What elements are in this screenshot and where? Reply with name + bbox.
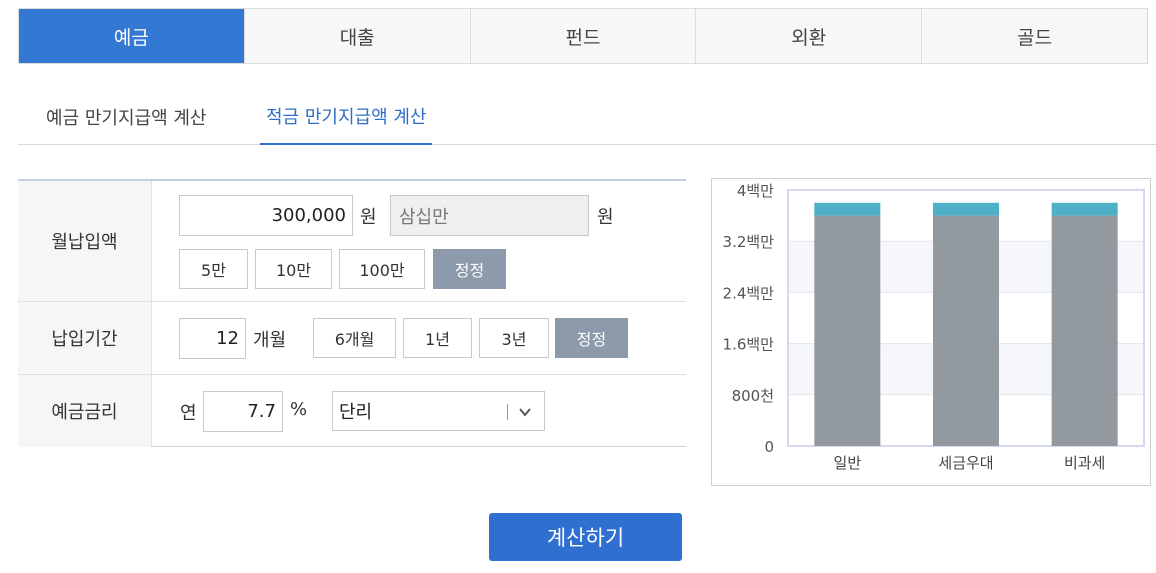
monthly-payment-label: 월납입액 [18,181,152,301]
bar-chart: 0 800천 1.6백만 2.4백만 3.2백만 4백만일반 세금우대 비과세 [723,182,1145,472]
interest-type-value: 단리 [339,402,373,423]
period-label: 납입기간 [18,302,152,374]
bar-interest [814,202,881,216]
tab-fund[interactable]: 펀드 [469,9,696,63]
amount-correct-button[interactable]: 정정 [433,249,506,289]
period-3y-button[interactable]: 3년 [479,318,549,358]
x-tick-label: 세금우대 [938,454,993,472]
won-unit-2: 원 [597,207,614,228]
add-100k-button[interactable]: 10만 [255,249,332,289]
months-unit: 개월 [253,330,287,351]
rate-label: 예금금리 [18,375,152,447]
period-months-input[interactable]: 12 [179,318,246,359]
calculator-form: 월납입액 300,000 원 삼십만 원 5만 10만 100만 정정 납입기간… [18,179,686,447]
subtab-savings-maturity[interactable]: 적금 만기지급액 계산 [260,88,433,145]
y-tick-label: 4백만 [737,182,774,200]
bar-interest [1051,202,1118,216]
rate-row: 예금금리 연 7.7 % 단리 [18,375,686,447]
add-1m-button[interactable]: 100만 [339,249,425,289]
chevron-down-icon [519,408,531,417]
y-tick-label: 3.2백만 [723,233,775,251]
rate-prefix: 연 [180,403,197,424]
monthly-payment-row: 월납입액 300,000 원 삼십만 원 5만 10만 100만 정정 [18,181,686,302]
sub-tabs: 예금 만기지급액 계산 적금 만기지급액 계산 [18,88,1156,145]
tab-exchange[interactable]: 외환 [695,9,921,63]
top-tabs: 예금 대출 펀드 외환 골드 [18,8,1148,64]
bar-principal [814,215,881,446]
x-tick-label: 일반 [834,454,862,472]
tab-gold[interactable]: 골드 [921,9,1147,63]
result-chart: 0 800천 1.6백만 2.4백만 3.2백만 4백만일반 세금우대 비과세 [711,178,1151,486]
rate-input[interactable]: 7.7 [203,391,283,432]
tab-deposit[interactable]: 예금 [19,9,244,63]
bar-principal [1051,215,1118,446]
period-row: 납입기간 12 개월 6개월 1년 3년 정정 [18,302,686,375]
tab-loan[interactable]: 대출 [243,9,470,63]
select-divider [507,404,508,420]
add-50k-button[interactable]: 5만 [179,249,248,289]
y-tick-label: 1.6백만 [723,336,775,354]
period-6m-button[interactable]: 6개월 [313,318,396,358]
period-1y-button[interactable]: 1년 [403,318,472,358]
y-tick-label: 800천 [732,387,774,405]
y-tick-label: 2.4백만 [723,284,775,302]
percent-unit: % [290,399,308,420]
won-unit: 원 [360,207,377,228]
calculate-button[interactable]: 계산하기 [489,513,682,561]
interest-type-select[interactable]: 단리 [332,391,545,431]
x-tick-label: 비과세 [1064,454,1105,472]
subtab-deposit-maturity[interactable]: 예금 만기지급액 계산 [46,88,206,145]
bar-principal [933,215,999,446]
korean-amount-field: 삼십만 [390,195,589,236]
period-correct-button[interactable]: 정정 [555,318,628,358]
monthly-amount-input[interactable]: 300,000 [179,195,353,236]
bar-interest [933,202,999,216]
y-tick-label: 0 [764,438,774,456]
